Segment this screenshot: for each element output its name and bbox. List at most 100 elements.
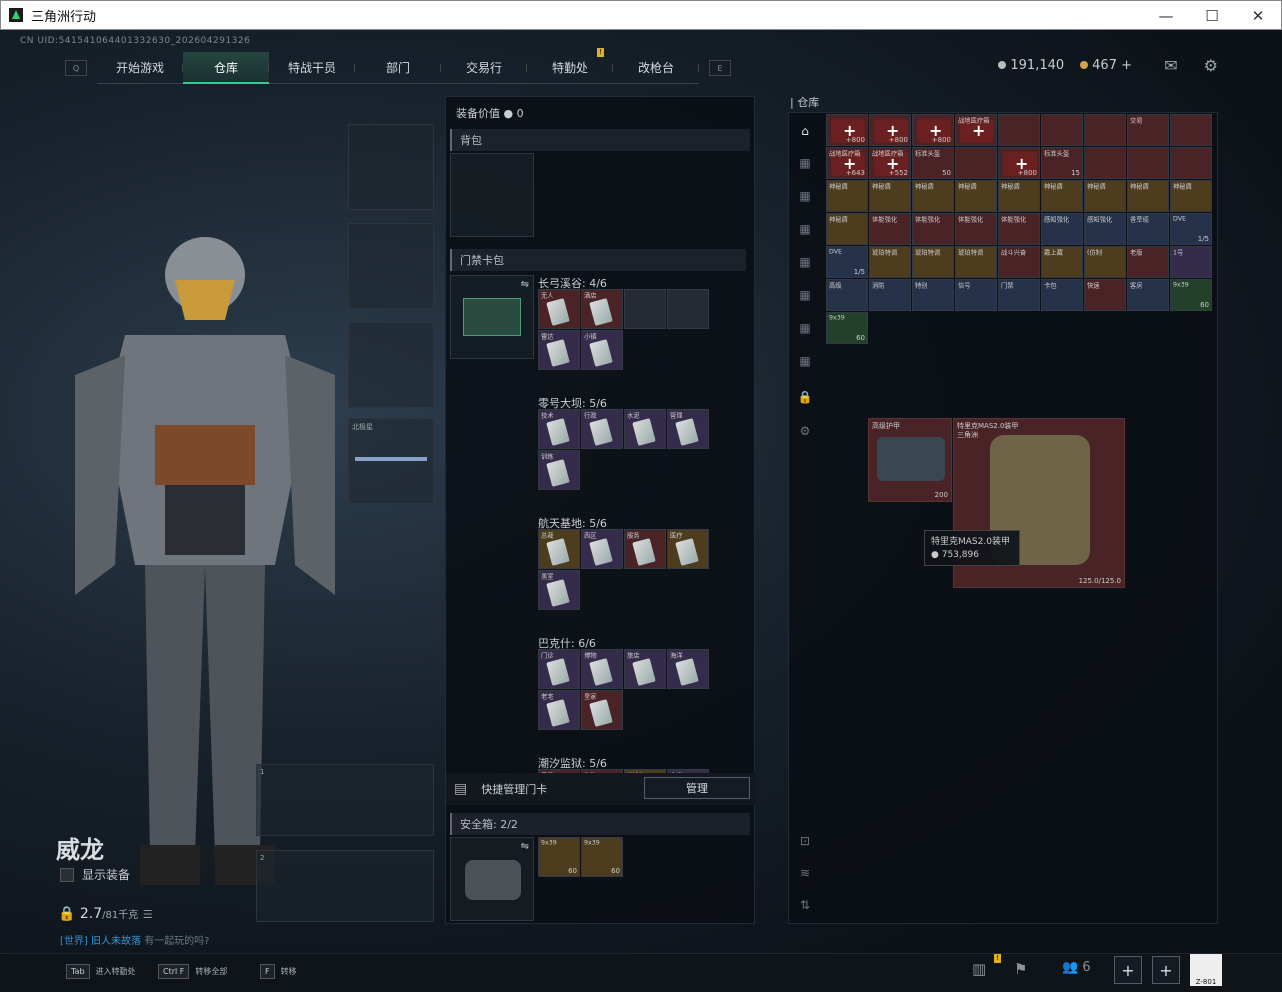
- stash-item[interactable]: 体能强化: [912, 213, 954, 245]
- stash-item[interactable]: 标准头盔 15: [1041, 147, 1083, 179]
- keycard-item[interactable]: 训练: [538, 450, 580, 490]
- player-avatar[interactable]: Z-801: [1190, 954, 1222, 986]
- stash-item[interactable]: [998, 114, 1040, 146]
- hint-transfer-all[interactable]: Ctrl F 转移全部: [158, 964, 227, 979]
- stash-item[interactable]: 霞上藏: [1041, 246, 1083, 278]
- hint-enter-special[interactable]: Tab 进入特勤处: [66, 964, 136, 979]
- keycard-item[interactable]: 服务: [624, 529, 666, 569]
- tab-6[interactable]: 改枪台: [613, 52, 699, 84]
- checkbox[interactable]: [60, 867, 74, 882]
- chat-preview[interactable]: [世界] 旧人未故落 有一起玩的吗?: [60, 932, 210, 947]
- tab-0[interactable]: 开始游戏: [97, 52, 183, 84]
- stash-item[interactable]: DVE 1/5: [826, 246, 868, 278]
- stash-item[interactable]: 神秘盾: [1127, 180, 1169, 212]
- stash-all-icon[interactable]: ⌂: [792, 118, 818, 144]
- keycard-item[interactable]: 西区: [581, 529, 623, 569]
- sidearm-slot[interactable]: [348, 322, 434, 408]
- stash-item[interactable]: 1号: [1170, 246, 1212, 278]
- invite-slot-1[interactable]: +: [1114, 956, 1142, 984]
- tab-2[interactable]: 特战干员: [269, 52, 355, 84]
- keycard-item[interactable]: 黑室: [538, 570, 580, 610]
- stash-item[interactable]: 9x39 60: [1170, 279, 1212, 311]
- keycard-item[interactable]: 技术: [538, 409, 580, 449]
- stash-item[interactable]: 香草缆: [1127, 213, 1169, 245]
- stash-item[interactable]: [1084, 147, 1126, 179]
- ammo-item[interactable]: 9x39 60: [581, 837, 623, 877]
- keycard-item[interactable]: 博物: [581, 649, 623, 689]
- backpack-slot[interactable]: [450, 153, 534, 237]
- keycard-item[interactable]: 管理: [667, 409, 709, 449]
- stash-item[interactable]: 感知强化: [1084, 213, 1126, 245]
- stash-item[interactable]: 高级: [826, 279, 868, 311]
- ammo-item[interactable]: 9x39 60: [538, 837, 580, 877]
- stash-misc-icon[interactable]: ▦: [792, 348, 818, 374]
- keycard-item[interactable]: 总裁: [538, 529, 580, 569]
- swap-icon[interactable]: ⇋: [521, 279, 529, 290]
- helmet-slot[interactable]: [348, 124, 434, 210]
- settings-gear-icon[interactable]: ⚙: [1204, 56, 1218, 75]
- stash-item[interactable]: 神秘盾: [826, 213, 868, 245]
- stash-item[interactable]: 客房: [1127, 279, 1169, 311]
- stats-icon[interactable]: ▥: [972, 960, 986, 978]
- keycard-item[interactable]: [667, 289, 709, 329]
- stash-item[interactable]: 体能强化: [869, 213, 911, 245]
- stash-item[interactable]: 战地医疗箱: [955, 114, 997, 146]
- stash-medical-icon[interactable]: ▦: [792, 216, 818, 242]
- stash-item[interactable]: (仿制: [1084, 246, 1126, 278]
- primary-weapon-slot-1[interactable]: 1: [256, 764, 434, 836]
- stash-item[interactable]: 快速: [1084, 279, 1126, 311]
- keycard-item[interactable]: 旅店: [624, 649, 666, 689]
- keycard-item[interactable]: 小镇: [581, 330, 623, 370]
- stash-item[interactable]: 琥珀特调: [912, 246, 954, 278]
- weight-detail-icon[interactable]: ☰: [143, 908, 153, 921]
- stash-item[interactable]: 神秘盾: [1170, 180, 1212, 212]
- stash-item[interactable]: +800: [869, 114, 911, 146]
- stash-layers-icon[interactable]: ≋: [792, 860, 818, 886]
- nav-right-key[interactable]: E: [709, 60, 731, 76]
- armor-slot[interactable]: [348, 223, 434, 309]
- primary-weapon-slot-2[interactable]: 2: [256, 850, 434, 922]
- tab-1[interactable]: 仓库: [183, 52, 269, 84]
- hint-transfer[interactable]: F 转移: [260, 964, 297, 979]
- maximize-icon[interactable]: ☐: [1189, 1, 1235, 31]
- stash-item[interactable]: [955, 147, 997, 179]
- keycard-item[interactable]: 门诊: [538, 649, 580, 689]
- keycard-item[interactable]: 水泥: [624, 409, 666, 449]
- stash-item[interactable]: 体能强化: [998, 213, 1040, 245]
- stash-weapons-icon[interactable]: ▦: [792, 150, 818, 176]
- keycard-item[interactable]: [624, 289, 666, 329]
- stash-keys-icon[interactable]: ▦: [792, 282, 818, 308]
- stash-item[interactable]: 战地医疗箱 +552: [869, 147, 911, 179]
- close-icon[interactable]: ✕: [1235, 1, 1281, 31]
- stash-settings-icon[interactable]: ⚙: [792, 418, 818, 444]
- stash-item[interactable]: 神秘盾: [1084, 180, 1126, 212]
- tab-4[interactable]: 交易行: [441, 52, 527, 84]
- stash-ammo-icon[interactable]: ▦: [792, 249, 818, 275]
- stash-item[interactable]: 体能强化: [955, 213, 997, 245]
- stash-item[interactable]: 战斗兴奋: [998, 246, 1040, 278]
- stash-item[interactable]: [1084, 114, 1126, 146]
- mail-icon[interactable]: ✉: [1164, 56, 1177, 75]
- stash-item[interactable]: 神秘盾: [998, 180, 1040, 212]
- keycard-item[interactable]: 无人: [538, 289, 580, 329]
- stash-item[interactable]: [1041, 114, 1083, 146]
- stash-item[interactable]: 特别: [912, 279, 954, 311]
- lock-icon[interactable]: 🔒: [792, 384, 818, 410]
- stash-item[interactable]: +800: [912, 114, 954, 146]
- stash-item[interactable]: +800: [998, 147, 1040, 179]
- stash-item[interactable]: 神秘盾: [912, 180, 954, 212]
- stash-item[interactable]: [1127, 147, 1169, 179]
- nav-left-key[interactable]: Q: [65, 60, 87, 76]
- flag-icon[interactable]: ⚑: [1014, 960, 1027, 978]
- advanced-armor-item[interactable]: 高级护甲 200: [868, 418, 952, 502]
- stash-item[interactable]: 神秘盾: [869, 180, 911, 212]
- keycard-item[interactable]: 雷达: [538, 330, 580, 370]
- stash-item[interactable]: [1170, 147, 1212, 179]
- stash-valuables-icon[interactable]: ▦: [792, 315, 818, 341]
- stash-item[interactable]: 神秘盾: [955, 180, 997, 212]
- stash-item[interactable]: 标准头盔 50: [912, 147, 954, 179]
- stash-item[interactable]: [1170, 114, 1212, 146]
- keycard-item[interactable]: 皇家: [581, 690, 623, 730]
- stash-item[interactable]: 琥珀特调: [869, 246, 911, 278]
- stash-item[interactable]: +800: [826, 114, 868, 146]
